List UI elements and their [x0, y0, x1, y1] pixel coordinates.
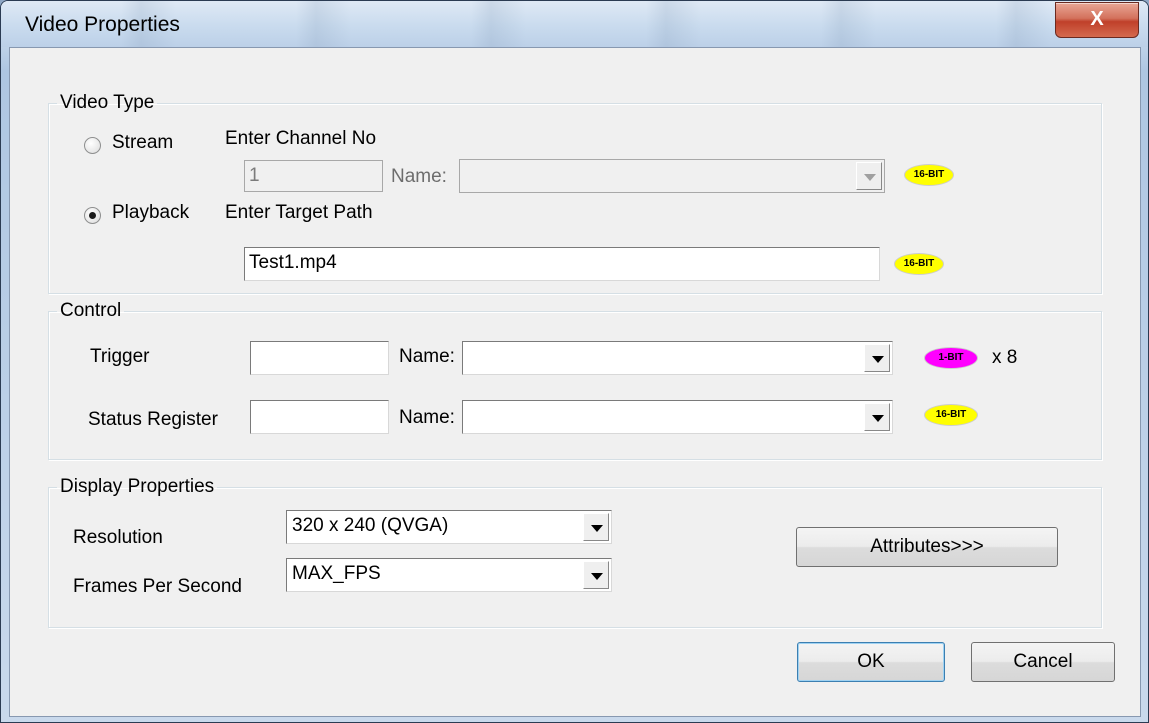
fps-label: Frames Per Second: [73, 576, 242, 597]
playback-radio-label[interactable]: Playback: [112, 202, 189, 224]
channel-number-input[interactable]: 1: [244, 160, 383, 192]
display-properties-legend: Display Properties: [60, 476, 215, 497]
attributes-button[interactable]: Attributes>>>: [796, 527, 1058, 567]
resolution-combo[interactable]: 320 x 240 (QVGA): [286, 510, 612, 544]
status-name-combo[interactable]: [462, 400, 893, 434]
close-icon: X: [1090, 8, 1104, 30]
status-name-label: Name:: [399, 407, 455, 428]
trigger-name-label: Name:: [399, 346, 455, 367]
control-legend: Control: [60, 300, 122, 321]
trigger-name-combo[interactable]: [462, 341, 893, 375]
target-bit-badge: 16-BIT: [895, 254, 943, 274]
video-type-legend: Video Type: [60, 92, 155, 113]
chevron-down-icon[interactable]: [864, 403, 890, 431]
resolution-value: 320 x 240 (QVGA): [292, 515, 449, 536]
ok-button[interactable]: OK: [797, 642, 945, 682]
title-bar[interactable]: Video Properties X: [1, 1, 1148, 47]
channel-name-label: Name:: [391, 166, 447, 187]
cancel-button[interactable]: Cancel: [971, 642, 1115, 682]
radio-selected-dot: [89, 212, 96, 219]
target-heading: Enter Target Path: [225, 202, 373, 223]
status-bit-badge: 16-BIT: [925, 405, 977, 425]
trigger-multiplier: x 8: [992, 347, 1018, 368]
trigger-bit-badge: 1-BIT: [925, 348, 977, 368]
channel-bit-badge: 16-BIT: [905, 165, 953, 185]
dialog-client-area: Video Type Stream Enter Channel No 1 Nam…: [9, 47, 1141, 717]
chevron-down-icon[interactable]: [583, 513, 609, 541]
channel-heading: Enter Channel No: [225, 128, 377, 149]
status-register-label: Status Register: [88, 409, 218, 430]
trigger-input[interactable]: [250, 341, 389, 375]
chevron-down-icon[interactable]: [864, 344, 890, 372]
fps-combo[interactable]: MAX_FPS: [286, 558, 612, 592]
target-path-input[interactable]: Test1.mp4: [244, 247, 880, 281]
playback-radio[interactable]: [84, 207, 101, 224]
resolution-label: Resolution: [73, 527, 163, 548]
trigger-label: Trigger: [90, 346, 150, 367]
stream-radio[interactable]: [84, 137, 101, 154]
fps-value: MAX_FPS: [292, 563, 381, 584]
stream-radio-label[interactable]: Stream: [112, 132, 173, 154]
channel-name-combo[interactable]: [459, 159, 885, 193]
close-button[interactable]: X: [1055, 2, 1139, 38]
control-group: Control: [48, 300, 1102, 460]
chevron-down-icon[interactable]: [856, 162, 882, 190]
chevron-down-icon[interactable]: [583, 561, 609, 589]
window-title: Video Properties: [25, 13, 180, 36]
status-register-input[interactable]: [250, 400, 389, 434]
dialog-window: Video Properties X Video Type Stream Ent…: [0, 0, 1149, 723]
